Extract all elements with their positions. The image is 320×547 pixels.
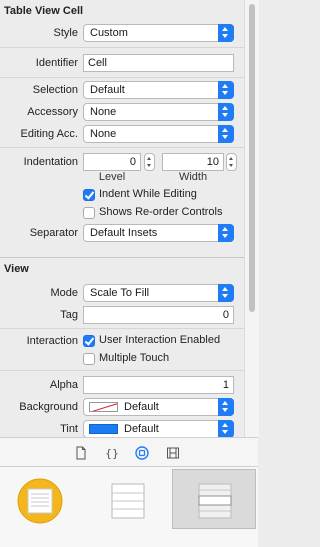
popup-arrows-icon — [218, 398, 234, 416]
tint-label: Tint — [60, 423, 78, 435]
code-snippet-icon[interactable]: {} — [104, 445, 120, 461]
indentation-width-field[interactable]: 10 — [162, 153, 224, 171]
tag-field[interactable]: 0 — [83, 306, 234, 324]
divider — [0, 47, 244, 48]
tag-value: 0 — [222, 309, 229, 321]
library-tab-bar: {} — [0, 437, 258, 467]
indent-while-editing-label: Indent While Editing — [99, 188, 197, 200]
library-item[interactable] — [86, 469, 170, 529]
media-library-icon[interactable] — [165, 445, 181, 461]
shows-reorder-label: Shows Re-order Controls — [99, 206, 223, 218]
indentation-width-value: 10 — [206, 156, 219, 168]
tint-color-popup[interactable]: Default — [83, 420, 234, 437]
divider — [0, 147, 244, 148]
library-item[interactable] — [0, 469, 84, 529]
alpha-value: 1 — [222, 379, 229, 391]
scrollbar-thumb[interactable] — [249, 4, 255, 312]
popup-arrows-icon — [218, 284, 234, 302]
background-label: Background — [19, 401, 78, 413]
tag-label: Tag — [60, 309, 78, 321]
style-value: Custom — [90, 27, 128, 39]
object-library-icon[interactable] — [134, 445, 150, 461]
user-interaction-checkbox[interactable] — [83, 335, 95, 347]
popup-arrows-icon — [218, 103, 234, 121]
divider — [0, 328, 244, 329]
accessory-value: None — [90, 106, 117, 118]
popup-arrows-icon — [218, 420, 234, 437]
multiple-touch-checkbox[interactable] — [83, 353, 95, 365]
table-view-icon — [111, 483, 145, 519]
multiple-touch-label: Multiple Touch — [99, 352, 170, 364]
separator-value: Default Insets — [90, 227, 158, 239]
identifier-field[interactable]: Cell — [83, 54, 234, 72]
identifier-label: Identifier — [35, 57, 78, 69]
alpha-field[interactable]: 1 — [83, 376, 234, 394]
vertical-scrollbar[interactable] — [244, 0, 259, 437]
tint-value: Default — [124, 423, 159, 435]
identifier-value: Cell — [88, 57, 107, 69]
indentation-level-stepper[interactable] — [144, 153, 155, 171]
view-controller-icon — [17, 478, 63, 524]
svg-text:{}: {} — [105, 447, 119, 460]
mode-label: Mode — [50, 287, 78, 299]
divider — [0, 370, 244, 371]
popup-arrows-icon — [218, 224, 234, 242]
background-color-popup[interactable]: Default — [83, 398, 234, 416]
section-divider — [0, 257, 244, 258]
attributes-inspector: Table View Cell Style Custom Identifier … — [0, 0, 244, 437]
object-library-grid — [0, 467, 258, 547]
editing-accessory-popup[interactable]: None — [83, 125, 234, 143]
indentation-label: Indentation — [23, 156, 78, 168]
library-item-selected[interactable] — [172, 469, 256, 529]
file-template-icon[interactable] — [73, 445, 89, 461]
table-view-cell-icon — [198, 483, 232, 519]
style-label: Style — [53, 27, 78, 39]
selection-value: Default — [90, 84, 125, 96]
mode-value: Scale To Fill — [90, 287, 150, 299]
shows-reorder-checkbox[interactable] — [83, 207, 95, 219]
indentation-level-value: 0 — [129, 156, 136, 168]
mode-popup[interactable]: Scale To Fill — [83, 284, 234, 302]
selection-popup[interactable]: Default — [83, 81, 234, 99]
accessory-label: Accessory — [27, 106, 78, 118]
interaction-label: Interaction — [26, 335, 78, 347]
clear-color-swatch — [89, 402, 118, 412]
alpha-label: Alpha — [49, 379, 78, 391]
indentation-level-field[interactable]: 0 — [83, 153, 141, 171]
user-interaction-label: User Interaction Enabled — [99, 334, 221, 346]
blue-color-swatch — [89, 424, 118, 434]
level-sublabel: Level — [98, 171, 126, 183]
editing-accessory-label: Editing Acc. — [20, 128, 78, 140]
popup-arrows-icon — [218, 125, 234, 143]
style-popup[interactable]: Custom — [83, 24, 234, 42]
divider — [0, 77, 244, 78]
width-sublabel: Width — [178, 171, 208, 183]
indentation-width-stepper[interactable] — [226, 153, 237, 171]
separator-popup[interactable]: Default Insets — [83, 224, 234, 242]
popup-arrows-icon — [218, 81, 234, 99]
indent-while-editing-checkbox[interactable] — [83, 189, 95, 201]
view-section-title: View — [4, 263, 29, 275]
background-value: Default — [124, 401, 159, 413]
selection-label: Selection — [32, 84, 78, 96]
popup-arrows-icon — [218, 24, 234, 42]
accessory-popup[interactable]: None — [83, 103, 234, 121]
table-view-cell-section-title: Table View Cell — [4, 5, 84, 17]
editing-accessory-value: None — [90, 128, 117, 140]
separator-label: Separator — [29, 227, 78, 239]
